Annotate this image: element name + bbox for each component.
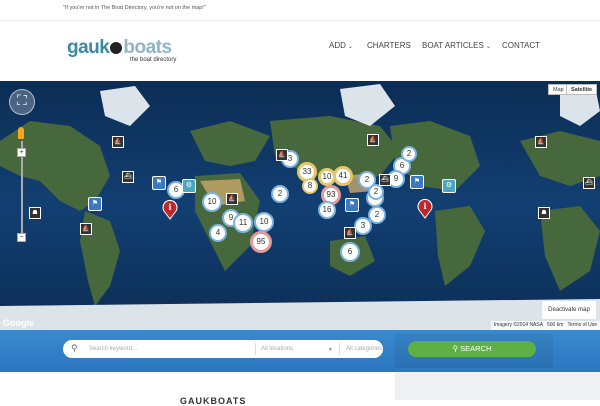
sailboat-pin-icon[interactable]: ⛵ [80,223,92,235]
chevron-down-icon: ⌄ [347,44,353,50]
keyword-input[interactable]: Search keyword... [89,340,249,358]
sidebar-area [395,372,600,400]
cluster-marker[interactable]: 10 [254,212,274,232]
cluster-marker[interactable]: 16 [318,201,336,219]
cluster-marker[interactable]: 2 [271,185,289,203]
deactivate-map-button[interactable]: Deactivate map [542,301,596,319]
section-title: GAUKBOATS [180,396,247,406]
cluster-marker[interactable]: 2 [401,146,417,162]
sailboat-pin-icon[interactable]: ⛵ [367,134,379,146]
pan-icon: ⛶ [17,92,27,108]
nav-label: CONTACT [502,41,541,50]
boat-ball-icon [110,42,123,54]
zoom-in-button[interactable]: + [17,148,26,157]
cluster-marker[interactable]: 41 [333,166,353,186]
logo-subtitle: the boat directory [130,57,177,63]
logo-text-gauk: gauk [67,37,110,58]
nav-item-boat-articles[interactable]: BOAT ARTICLES ⌄ [422,41,491,50]
cluster-marker[interactable]: 3 [354,217,372,235]
cluster-marker[interactable]: 10 [202,192,222,212]
fish-pin-icon[interactable]: ⚑ [345,198,359,212]
tagline: "If you're not in The Boat Directory, yo… [63,5,206,11]
google-logo: Google [3,318,34,328]
sailboat-pin-icon[interactable]: ⛵ [344,227,356,239]
top-bar: "If you're not in The Boat Directory, yo… [0,0,600,20]
nav-item-charters[interactable]: CHARTERS [367,41,411,50]
sailboat-pin-icon[interactable]: ⛵ [112,136,124,148]
attribution-text: Imagery ©2014 NASA [493,322,543,328]
chevron-down-icon: ⌄ [485,44,491,50]
cluster-marker[interactable]: 8 [302,178,318,194]
logo[interactable]: gauk boats the boat directory [67,37,197,71]
svg-text:i: i [423,201,426,211]
nav-item-contact[interactable]: CONTACT [502,41,540,50]
fish-pin-icon[interactable]: ⚑ [152,176,166,190]
fish-pin-icon[interactable]: ⚑ [410,175,424,189]
map-type-satellite-button[interactable]: Satellite [566,84,598,95]
engine-pin-icon[interactable]: ⚙ [182,179,196,193]
nav-label: CHARTERS [367,41,411,50]
info-pin-icon[interactable]: i [161,198,179,220]
map-attribution: Imagery ©2014 NASA 500 km Terms of Use [490,321,600,330]
divider [255,343,256,355]
boat-pin-icon[interactable]: ⛴ [379,174,391,186]
svg-text:i: i [168,202,171,212]
search-box: ⚲ Search keyword... All locations ▼ All … [63,340,439,358]
cluster-marker[interactable]: 95 [250,231,272,253]
sailboat-pin-icon[interactable]: ⛵ [226,193,238,205]
info-pin-icon[interactable]: i [416,197,434,219]
fullscreen-pan-control[interactable]: ⛶ [9,89,35,115]
cluster-marker[interactable]: 11 [233,213,253,233]
search-bar: ⚲ Search keyword... All locations ▼ All … [0,330,600,372]
people-pin-icon[interactable]: ☗ [538,207,550,219]
sailboat-pin-icon[interactable]: ⛵ [535,136,547,148]
people-pin-icon[interactable]: ☗ [29,207,41,219]
nav-label: BOAT ARTICLES [422,41,484,50]
logo-text-boats: boats [123,37,172,58]
map[interactable]: Map Satellite ⛶ + − 3 33 10 41 2 6 2 9 8… [0,81,600,330]
cluster-marker[interactable]: 2 [368,184,384,200]
nav-item-add[interactable]: ADD ⌄ [329,41,353,50]
search-button-label: SEARCH [460,344,492,353]
site-header: gauk boats the boat directory ADD ⌄ CHARTE… [0,20,600,80]
street-view-pegman-icon[interactable] [18,127,24,139]
terms-link[interactable]: Terms of Use [568,322,597,328]
cluster-marker[interactable]: 4 [209,224,227,242]
nav-label: ADD [329,41,346,50]
search-icon: ⚲ [71,343,78,353]
search-button[interactable]: ⚲ SEARCH [408,341,536,357]
divider [339,343,340,355]
zoom-out-button[interactable]: − [17,233,26,242]
cluster-marker[interactable]: 6 [340,242,360,262]
scale-text: 500 km [546,322,564,328]
boat-pin-icon[interactable]: ⛴ [583,177,595,189]
chevron-down-icon: ▼ [328,347,333,353]
fish-pin-icon[interactable]: ⚑ [88,197,102,211]
boat-pin-icon[interactable]: ⛴ [122,171,134,183]
sailboat-pin-icon[interactable]: ⛵ [276,149,288,161]
engine-pin-icon[interactable]: ⚙ [442,179,456,193]
search-icon: ⚲ [452,344,459,353]
